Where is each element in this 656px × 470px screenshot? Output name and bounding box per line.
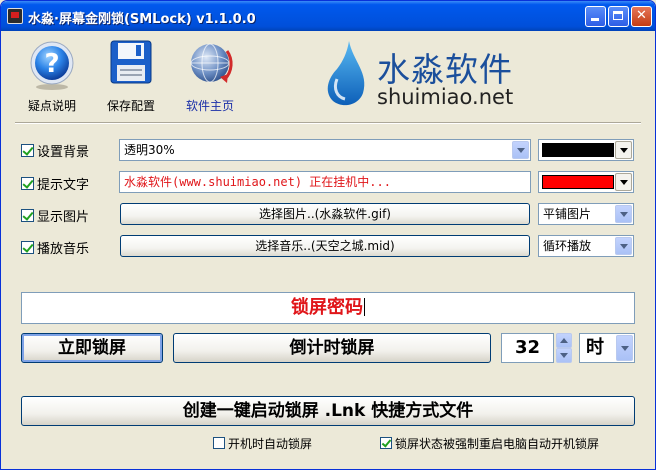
homepage-label: 软件主页 [185, 99, 234, 113]
chevron-down-icon[interactable] [616, 335, 633, 361]
water-drop-icon [327, 41, 365, 106]
globe-icon [190, 43, 233, 83]
music-mode-value: 循环播放 [543, 239, 592, 253]
show-image-label: 显示图片 [37, 209, 90, 225]
app-icon [7, 8, 23, 24]
play-music-checkbox[interactable]: 播放音乐 [21, 237, 121, 257]
music-mode-select[interactable]: 循环播放 [538, 235, 634, 257]
background-label: 设置背景 [37, 144, 90, 160]
lock-password-input[interactable]: 锁屏密码 [21, 292, 635, 324]
close-icon: ✕ [636, 8, 647, 23]
minimize-button[interactable] [585, 6, 606, 27]
chevron-down-icon[interactable] [615, 205, 632, 223]
background-color-picker[interactable] [538, 139, 634, 161]
chevron-down-icon[interactable] [615, 141, 632, 159]
background-transparency-value: 透明30% [124, 143, 175, 157]
prompt-text-value: 水淼软件(www.shuimiao.net) 正在挂机中... [124, 175, 391, 189]
force-restart-lock-checkbox-box[interactable] [380, 437, 392, 449]
chevron-down-icon[interactable] [615, 237, 632, 255]
logo-chinese-text: 水淼软件 [377, 50, 513, 89]
text-caret [364, 298, 365, 316]
image-mode-value: 平铺图片 [543, 207, 592, 221]
app-window: 水淼·屏幕金刚锁(SMLock) v1.1.0.0 ✕ ? 疑点说明 保存配置 … [0, 0, 656, 470]
background-checkbox[interactable]: 设置背景 [21, 140, 121, 160]
choose-music-button[interactable]: 选择音乐..(天空之城.mid) [120, 235, 530, 257]
prompt-text-label: 提示文字 [37, 177, 90, 193]
countdown-value-input[interactable]: 32 [501, 333, 554, 363]
window-title: 水淼·屏幕金刚锁(SMLock) v1.1.0.0 [28, 12, 256, 27]
floppy-disk-icon [110, 40, 152, 84]
prompt-text-checkbox[interactable]: 提示文字 [21, 173, 121, 193]
help-button[interactable]: ? 疑点说明 [19, 39, 85, 115]
save-config-button[interactable]: 保存配置 [98, 39, 164, 115]
divider [15, 122, 641, 124]
background-color-swatch [542, 143, 614, 157]
title-bar[interactable]: 水淼·屏幕金刚锁(SMLock) v1.1.0.0 ✕ [1, 1, 655, 31]
show-image-checkbox-box[interactable] [21, 208, 34, 222]
stepper-down-icon[interactable] [556, 348, 572, 363]
countdown-stepper[interactable] [556, 333, 572, 363]
create-shortcut-button[interactable]: 创建一键启动锁屏 .Lnk 快捷方式文件 [21, 396, 635, 426]
force-restart-lock-checkbox[interactable]: 锁屏状态被强制重启电脑自动开机锁屏 [380, 434, 599, 452]
lock-now-button[interactable]: 立即锁屏 [21, 333, 163, 363]
logo-domain-text: shuimiao.net [377, 85, 514, 109]
play-music-checkbox-box[interactable] [21, 240, 34, 254]
homepage-link[interactable]: 软件主页 [177, 39, 243, 115]
show-image-checkbox[interactable]: 显示图片 [21, 205, 121, 225]
play-music-label: 播放音乐 [37, 241, 90, 257]
prompt-text-color-swatch [542, 175, 614, 189]
help-icon: ? [30, 41, 74, 90]
autostart-lock-label: 开机时自动锁屏 [228, 436, 313, 451]
chevron-down-icon[interactable] [615, 173, 632, 191]
svg-text:?: ? [44, 49, 59, 79]
countdown-unit-select[interactable]: 时 [579, 333, 635, 363]
autostart-lock-checkbox[interactable]: 开机时自动锁屏 [213, 434, 312, 452]
maximize-icon [613, 11, 623, 20]
minimize-icon [591, 18, 599, 21]
stepper-up-icon[interactable] [556, 333, 572, 348]
force-restart-lock-label: 锁屏状态被强制重启电脑自动开机锁屏 [395, 436, 600, 451]
maximize-button[interactable] [608, 6, 629, 27]
countdown-unit-value: 时 [586, 337, 604, 358]
close-button[interactable]: ✕ [631, 6, 652, 27]
help-label: 疑点说明 [27, 99, 76, 113]
background-checkbox-box[interactable] [21, 143, 34, 157]
prompt-text-input[interactable]: 水淼软件(www.shuimiao.net) 正在挂机中... [119, 171, 531, 193]
chevron-down-icon[interactable] [512, 141, 529, 159]
prompt-text-checkbox-box[interactable] [21, 176, 34, 190]
prompt-text-color-picker[interactable] [538, 171, 634, 193]
image-mode-select[interactable]: 平铺图片 [538, 203, 634, 225]
brand-logo: 水淼软件 shuimiao.net [323, 39, 553, 113]
countdown-lock-button[interactable]: 倒计时锁屏 [173, 333, 491, 363]
save-config-label: 保存配置 [106, 99, 155, 113]
autostart-lock-checkbox-box[interactable] [213, 437, 225, 449]
background-transparency-select[interactable]: 透明30% [119, 139, 531, 161]
lock-password-value: 锁屏密码 [291, 297, 363, 318]
choose-image-button[interactable]: 选择图片..(水淼软件.gif) [120, 203, 530, 225]
